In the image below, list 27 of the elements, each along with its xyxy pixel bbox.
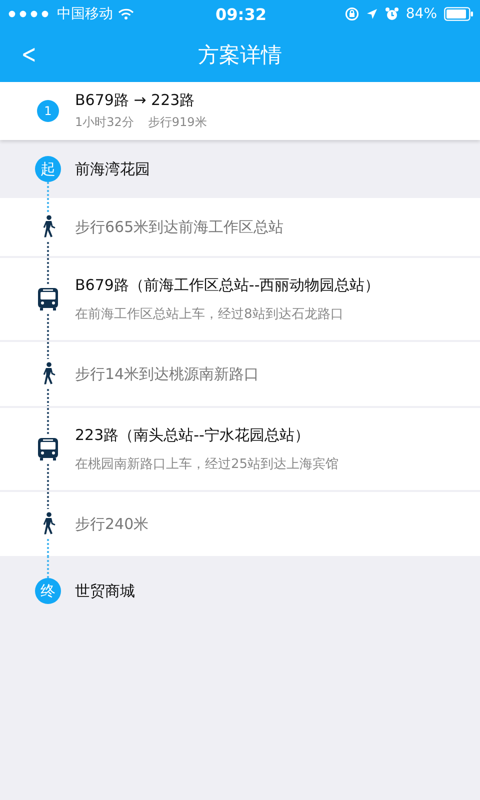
route-title: B679路 → 223路 — [75, 91, 196, 110]
rotation-lock-icon — [344, 7, 359, 21]
bus-instruction: 在前海工作区总站上车，经过8站到达石龙路口 — [75, 306, 344, 322]
status-time: 09:32 — [216, 4, 266, 24]
place-name: 世贸商城 — [75, 582, 135, 601]
bus-icon — [37, 437, 59, 461]
walk-instruction: 步行240米 — [75, 514, 149, 534]
plan-number: 1 — [37, 100, 59, 122]
wifi-icon — [118, 8, 134, 20]
bus-route: B679路（前海工作区总站--西丽动物园总站） — [75, 276, 380, 294]
alarm-icon — [384, 7, 399, 21]
end-badge: 终 — [35, 578, 61, 604]
battery-percent: 84% — [406, 6, 437, 22]
start-badge: 起 — [35, 156, 61, 182]
back-button[interactable]: < — [17, 38, 41, 72]
bus-route: 223路（南头总站--宁水花园总站） — [75, 426, 310, 444]
carrier-name: 中国移动 — [57, 5, 113, 23]
location-arrow-icon — [366, 8, 378, 20]
walk-distance: 步行919米 — [148, 114, 207, 131]
battery-icon — [444, 7, 474, 21]
walk-instruction: 步行665米到达前海工作区总站 — [75, 218, 284, 236]
page-title: 方案详情 — [198, 42, 282, 69]
bus-instruction: 在桃园南新路口上车，经过25站到达上海宾馆 — [75, 456, 339, 472]
walk-instruction: 步行14米到达桃源南新路口 — [75, 364, 260, 384]
trip-duration: 1小时32分 — [75, 114, 134, 131]
bus-icon — [37, 287, 59, 311]
place-name: 前海湾花园 — [75, 160, 150, 178]
